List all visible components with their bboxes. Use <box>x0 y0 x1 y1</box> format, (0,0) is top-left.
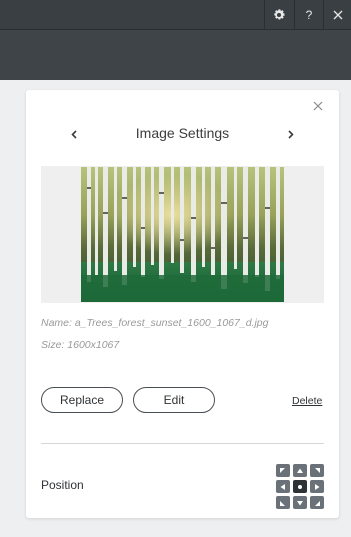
arrow-top-left-icon <box>280 467 285 473</box>
arrow-down-icon <box>297 500 303 505</box>
close-icon <box>333 10 342 19</box>
position-center[interactable] <box>293 480 307 493</box>
position-label: Position <box>41 478 84 492</box>
arrow-top-right-icon <box>315 467 320 473</box>
position-top-right[interactable] <box>310 464 324 477</box>
close-window-button[interactable] <box>323 0 351 29</box>
position-right[interactable] <box>310 480 324 493</box>
forest-image <box>81 167 284 302</box>
next-button[interactable] <box>284 127 298 141</box>
position-bottom-left[interactable] <box>276 496 290 509</box>
divider <box>41 443 324 444</box>
settings-button[interactable] <box>264 0 293 29</box>
replace-button[interactable]: Replace <box>41 387 123 413</box>
panel-title: Image Settings <box>135 125 230 141</box>
help-button[interactable]: ? <box>294 0 323 29</box>
position-top[interactable] <box>293 464 307 477</box>
image-thumbnail[interactable] <box>81 167 284 302</box>
chevron-left-icon <box>71 129 77 139</box>
top-toolbar: ? <box>0 0 351 30</box>
help-label: ? <box>305 7 313 22</box>
secondary-toolbar <box>0 30 351 80</box>
gear-icon <box>274 8 285 20</box>
image-name: Name: a_Trees_forest_sunset_1600_1067_d.… <box>41 317 269 329</box>
arrow-bottom-right-icon <box>315 500 320 506</box>
chevron-right-icon <box>288 129 294 139</box>
image-settings-panel: Image Settings Name: a_Trees_forest_suns… <box>26 90 339 518</box>
delete-link[interactable]: Delete <box>292 395 322 407</box>
position-bottom-right[interactable] <box>310 496 324 509</box>
arrow-right-icon <box>315 483 320 490</box>
image-preview-area <box>41 166 324 303</box>
panel-close-button[interactable] <box>311 99 325 113</box>
position-grid <box>276 464 325 511</box>
position-left[interactable] <box>276 480 290 493</box>
position-top-left[interactable] <box>276 464 290 477</box>
position-bottom[interactable] <box>293 496 307 509</box>
arrow-bottom-left-icon <box>280 500 285 506</box>
dot-icon <box>298 484 302 489</box>
arrow-left-icon <box>280 483 285 490</box>
previous-button[interactable] <box>67 127 81 141</box>
close-icon <box>313 101 323 111</box>
edit-button[interactable]: Edit <box>133 387 215 413</box>
image-size: Size: 1600x1067 <box>41 339 120 351</box>
arrow-up-icon <box>297 468 303 473</box>
